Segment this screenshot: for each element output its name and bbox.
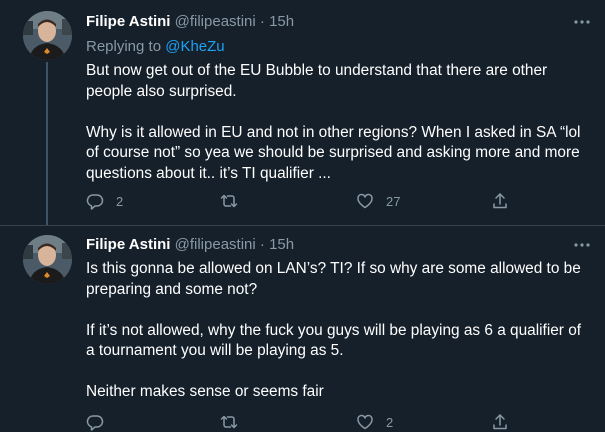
like-count: 2 — [386, 414, 394, 430]
author-handle[interactable]: @filipeastini — [175, 236, 256, 253]
separator-dot: · — [259, 13, 265, 30]
tweet-header: Filipe Astini @filipeastini · 15h — [86, 235, 565, 255]
more-options-button[interactable] — [573, 13, 591, 31]
reply-button[interactable]: 2 — [86, 191, 123, 211]
share-button[interactable] — [491, 191, 509, 211]
retweet-button[interactable] — [220, 412, 250, 432]
tweet-paragraph: But now get out of the EU Bubble to unde… — [86, 62, 548, 100]
tweet-header: Filipe Astini @filipeastini · 15h — [86, 12, 565, 32]
separator-dot: · — [259, 236, 265, 253]
tweet-paragraph: Neither makes sense or seems fair — [86, 383, 324, 400]
reply-icon — [86, 415, 104, 431]
author-name[interactable]: Filipe Astini — [86, 13, 170, 30]
avatar[interactable] — [23, 235, 72, 284]
like-button[interactable]: 27 — [356, 191, 400, 211]
more-horizontal-icon — [574, 20, 590, 24]
timestamp[interactable]: 15h — [269, 236, 294, 253]
tweet-text: Is this gonna be allowed on LAN’s? TI? I… — [86, 259, 586, 403]
replying-prefix: Replying to — [86, 38, 162, 55]
tweet-paragraph: Why is it allowed in EU and not in other… — [86, 123, 581, 182]
replying-mention-link[interactable]: @KheZu — [165, 38, 224, 55]
more-horizontal-icon — [574, 243, 590, 247]
tweet-actions: 2 — [86, 412, 526, 432]
tweet-text: But now get out of the EU Bubble to unde… — [86, 61, 586, 184]
share-button[interactable] — [491, 412, 509, 432]
tweet-paragraph: If it’s not allowed, why the fuck you gu… — [86, 321, 582, 360]
retweet-button[interactable] — [220, 191, 250, 211]
thread-connector-line — [46, 62, 48, 225]
heart-icon — [357, 414, 373, 430]
tweet[interactable]: Filipe Astini @filipeastini · 15h Replyi… — [0, 0, 605, 225]
reply-icon — [86, 194, 104, 210]
reply-button[interactable] — [86, 412, 116, 432]
author-name[interactable]: Filipe Astini — [86, 236, 170, 253]
like-button[interactable]: 2 — [356, 412, 393, 432]
share-icon — [493, 414, 507, 430]
tweet-paragraph: Is this gonna be allowed on LAN’s? TI? I… — [86, 260, 581, 298]
retweet-icon — [220, 415, 238, 429]
author-handle[interactable]: @filipeastini — [175, 13, 256, 30]
more-options-button[interactable] — [573, 236, 591, 254]
reply-count: 2 — [116, 193, 124, 209]
heart-icon — [357, 193, 373, 209]
share-icon — [493, 193, 507, 209]
timestamp[interactable]: 15h — [269, 13, 294, 30]
tweet[interactable]: Filipe Astini @filipeastini · 15h Is thi… — [0, 225, 605, 431]
avatar[interactable] — [23, 11, 72, 60]
tweet-actions: 2 27 — [86, 191, 526, 211]
replying-to: Replying to @KheZu — [86, 37, 225, 57]
retweet-icon — [220, 194, 238, 208]
like-count: 27 — [386, 193, 401, 209]
